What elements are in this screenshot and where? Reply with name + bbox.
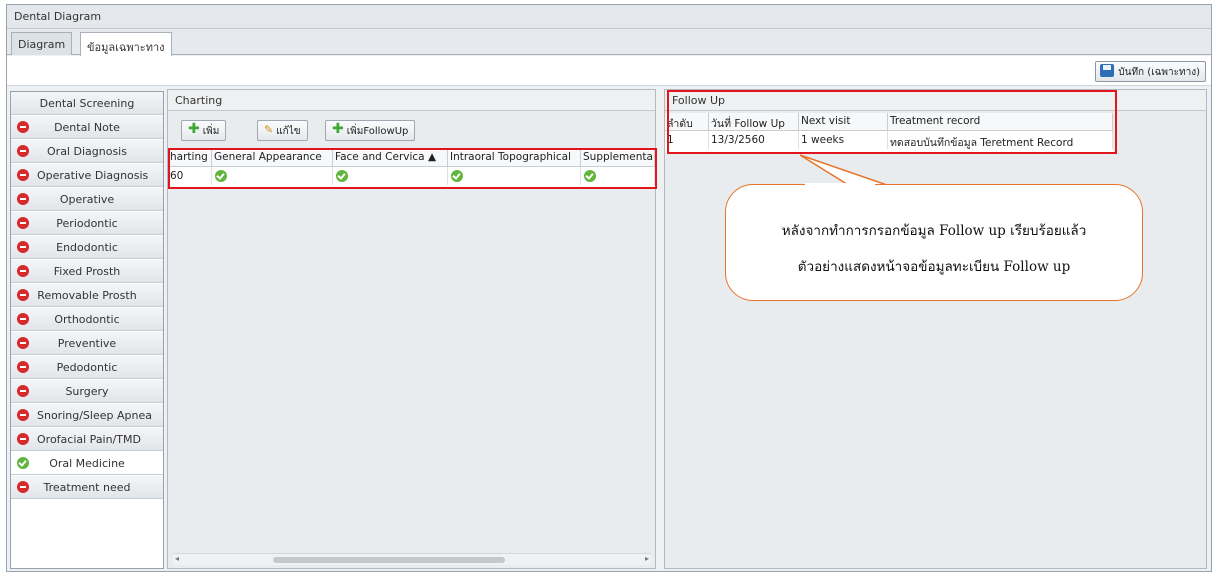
sidebar-item-label: Fixed Prosth	[53, 265, 121, 278]
sidebar-item-operative-diagnosis[interactable]: Operative Diagnosis	[11, 164, 163, 187]
highlight-box	[667, 90, 1117, 154]
incomplete-status-icon	[17, 169, 29, 181]
callout-joint	[805, 183, 875, 186]
sidebar-item-label: Endodontic	[56, 241, 118, 254]
sidebar-item-fixed-prosth[interactable]: Fixed Prosth	[11, 260, 163, 283]
splitter[interactable]	[657, 89, 664, 569]
incomplete-status-icon	[17, 385, 29, 397]
incomplete-status-icon	[17, 121, 29, 133]
sidebar-item-label: Pedodontic	[56, 361, 118, 374]
sidebar-item-label: Orofacial Pain/TMD	[37, 433, 141, 446]
tab-diagram[interactable]: Diagram	[11, 32, 73, 55]
edit-button-label: แก้ไข	[276, 126, 301, 137]
scroll-left-icon[interactable]: ◂	[175, 554, 179, 563]
sidebar-item-orofacial-pain[interactable]: Orofacial Pain/TMD	[11, 428, 163, 451]
sidebar-item-dental-note[interactable]: Dental Note	[11, 116, 163, 139]
incomplete-status-icon	[17, 217, 29, 229]
sidebar-item-snoring-sleep-apnea[interactable]: Snoring/Sleep Apnea	[11, 404, 163, 427]
edit-button[interactable]: ✎ แก้ไข	[257, 120, 308, 141]
incomplete-status-icon	[17, 241, 29, 253]
sidebar-item-label: Periodontic	[56, 217, 118, 230]
plus-icon: ✚	[188, 121, 200, 137]
scrollbar-thumb[interactable]	[273, 557, 505, 563]
sidebar-item-label: Operative Diagnosis	[37, 169, 149, 182]
incomplete-status-icon	[17, 481, 29, 493]
incomplete-status-icon	[17, 433, 29, 445]
save-specialty-button[interactable]: บันทึก (เฉพาะทาง)	[1095, 61, 1206, 82]
sidebar-item-label: Preventive	[57, 337, 117, 350]
sidebar-item-pedodontic[interactable]: Pedodontic	[11, 356, 163, 379]
tab-strip: Diagram ข้อมูลเฉพาะทาง	[7, 29, 1211, 56]
callout-bubble: หลังจากทำการกรอกข้อมูล Follow up เรียบร้…	[725, 184, 1143, 301]
charting-panel: Charting ✚ เพิ่ม ✎ แก้ไข ✚ เพิ่มFollowUp…	[167, 89, 657, 569]
window-title: Dental Diagram	[14, 10, 102, 23]
save-button-label: บันทึก (เฉพาะทาง)	[1118, 67, 1200, 78]
sidebar-item-preventive[interactable]: Preventive	[11, 332, 163, 355]
sidebar-item-treatment-need[interactable]: Treatment need	[11, 476, 163, 499]
sidebar-item-label: Surgery	[65, 385, 109, 398]
add-button-label: เพิ่ม	[202, 126, 220, 137]
sidebar-item-label: Treatment need	[43, 481, 131, 494]
sidebar-item-label: Operative	[59, 193, 115, 206]
sidebar-item-label: Snoring/Sleep Apnea	[37, 409, 152, 422]
sidebar-item-periodontic[interactable]: Periodontic	[11, 212, 163, 235]
specialty-sidebar: Dental Screening Dental Note Oral Diagno…	[10, 91, 164, 569]
sidebar-item-operative[interactable]: Operative	[11, 188, 163, 211]
tab-specialty-data[interactable]: ข้อมูลเฉพาะทาง	[80, 32, 172, 56]
save-disk-icon	[1100, 64, 1115, 77]
sidebar-item-oral-diagnosis[interactable]: Oral Diagnosis	[11, 140, 163, 163]
incomplete-status-icon	[17, 313, 29, 325]
horizontal-scrollbar[interactable]: ◂ ▸	[173, 553, 651, 565]
title-bar: Dental Diagram	[7, 5, 1211, 29]
sidebar-item-endodontic[interactable]: Endodontic	[11, 236, 163, 259]
highlight-box	[168, 148, 657, 189]
incomplete-status-icon	[17, 289, 29, 301]
add-button[interactable]: ✚ เพิ่ม	[181, 120, 227, 141]
incomplete-status-icon	[17, 361, 29, 373]
sidebar-item-label: Orthodontic	[54, 313, 120, 326]
incomplete-status-icon	[17, 337, 29, 349]
sidebar-item-orthodontic[interactable]: Orthodontic	[11, 308, 163, 331]
sidebar-item-oral-medicine[interactable]: Oral Medicine	[11, 452, 163, 475]
sidebar-item-label: Dental Note	[54, 121, 120, 134]
add-followup-button-label: เพิ่มFollowUp	[346, 126, 409, 137]
incomplete-status-icon	[17, 193, 29, 205]
incomplete-status-icon	[17, 145, 29, 157]
sidebar-item-label: Oral Medicine	[49, 457, 125, 470]
pencil-icon: ✎	[264, 123, 274, 136]
sidebar-item-label: Removable Prosth	[37, 289, 137, 302]
callout-line-1: หลังจากทำการกรอกข้อมูล Follow up เรียบร้…	[781, 223, 1087, 239]
sidebar-item-label: Oral Diagnosis	[47, 145, 127, 158]
callout-line-2: ตัวอย่างแสดงหน้าจอข้อมูลทะเบียน Follow u…	[797, 259, 1071, 275]
scroll-right-icon[interactable]: ▸	[645, 554, 649, 563]
charting-panel-title: Charting	[168, 90, 655, 111]
complete-check-icon	[17, 457, 29, 469]
sidebar-item-label: Dental Screening	[39, 97, 135, 110]
sidebar-item-dental-screening[interactable]: Dental Screening	[11, 92, 163, 115]
add-followup-button[interactable]: ✚ เพิ่มFollowUp	[325, 120, 416, 141]
plus-icon: ✚	[332, 121, 344, 137]
incomplete-status-icon	[17, 409, 29, 421]
followup-panel: Follow Up ลำดับ วันที่ Follow Up Next vi…	[664, 89, 1207, 569]
sidebar-item-surgery[interactable]: Surgery	[11, 380, 163, 403]
incomplete-status-icon	[17, 265, 29, 277]
sidebar-item-removable-prosth[interactable]: Removable Prosth	[11, 284, 163, 307]
toolbar: บันทึก (เฉพาะทาง)	[7, 56, 1211, 86]
